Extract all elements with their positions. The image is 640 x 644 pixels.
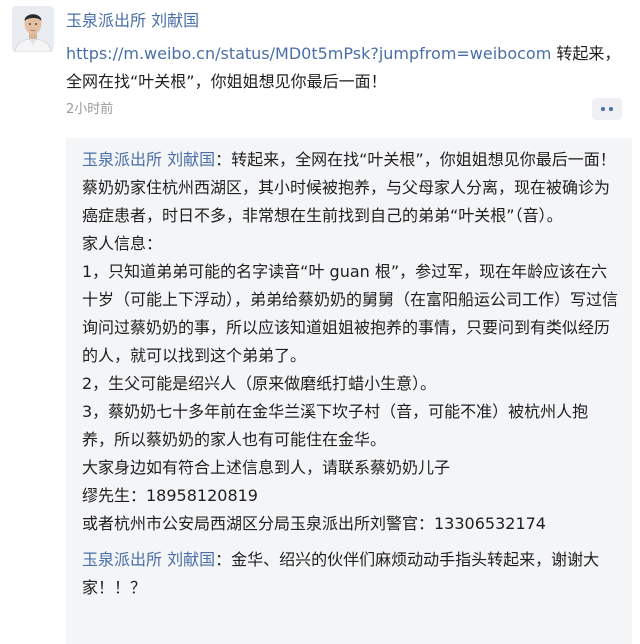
post-author-name[interactable]: 玉泉派出所 刘献国 (66, 8, 628, 34)
comment-item[interactable]: 玉泉派出所 刘献国：转起来，全网在找“叶关根”，你姐姐想见你最后一面！ 蔡奶奶家… (66, 138, 632, 538)
comments-section: 玉泉派出所 刘献国：转起来，全网在找“叶关根”，你姐姐想见你最后一面！ 蔡奶奶家… (66, 138, 632, 644)
comment-text-line: 转起来，全网在找“叶关根”，你姐姐想见你最后一面！ (231, 150, 616, 169)
comment-item[interactable]: 玉泉派出所 刘献国：金华、绍兴的伙伴们麻烦动动手指头转起来，谢谢大家！！？ (66, 538, 632, 602)
comment-author[interactable]: 玉泉派出所 刘献国 (82, 550, 215, 569)
post-header: 玉泉派出所 刘献国 https://m.weibo.cn/status/MD0t… (66, 8, 628, 96)
comment-text-line: 家人信息： (82, 234, 163, 253)
comment-separator: ： (215, 150, 232, 169)
more-options-button[interactable] (592, 98, 622, 120)
post-timestamp: 2小时前 (66, 102, 114, 117)
post-meta-row: 2小时前 (66, 98, 628, 122)
comment-text-line: 3，蔡奶奶七十多年前在金华兰溪下坎子村（音，可能不准）被杭州人抱养，所以蔡奶奶的… (82, 402, 589, 449)
comment-author[interactable]: 玉泉派出所 刘献国 (82, 150, 215, 169)
comment-text-line: 缪先生：18958120819 (82, 486, 258, 505)
comment-text-line: 大家身边如有符合上述信息到人，请联系蔡奶奶儿子 (82, 458, 451, 477)
weibo-post: 玉泉派出所 刘献国 https://m.weibo.cn/status/MD0t… (0, 0, 640, 644)
comment-separator: ： (215, 550, 232, 569)
comment-text-line: 或者杭州市公安局西湖区分局玉泉派出所刘警官：13306532174 (82, 514, 546, 533)
avatar[interactable] (12, 6, 54, 52)
more-dots-icon (609, 107, 613, 111)
comment-text-line: 2，生父可能是绍兴人（原来做磨纸打蜡小生意）。 (82, 374, 437, 393)
more-dots-icon (601, 107, 605, 111)
comment-text-line: 1，只知道弟弟可能的名字读音“叶 guan 根”，参过军，现在年龄应该在六十岁（… (82, 262, 619, 365)
comment-text-line: 蔡奶奶家住杭州西湖区，其小时候被抱养，与父母家人分离，现在被确诊为癌症患者，时日… (82, 178, 611, 225)
avatar-image (12, 6, 54, 52)
post-link[interactable]: https://m.weibo.cn/status/MD0t5mPsk?jump… (66, 44, 551, 63)
post-body: https://m.weibo.cn/status/MD0t5mPsk?jump… (66, 40, 628, 96)
